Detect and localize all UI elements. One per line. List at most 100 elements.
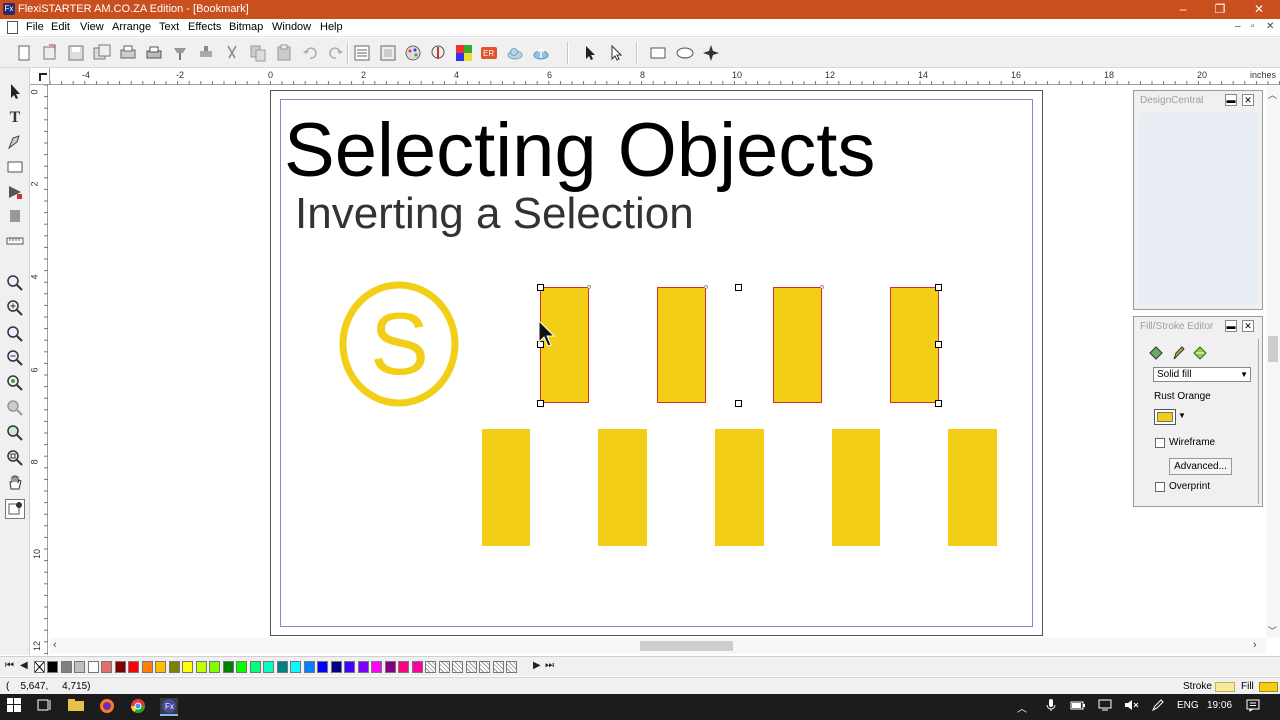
color-swatch[interactable] xyxy=(411,661,423,673)
mdi-close-button[interactable]: ✕ xyxy=(1266,21,1274,32)
color-swatch[interactable] xyxy=(317,661,328,673)
advanced-button[interactable]: Advanced... xyxy=(1169,458,1232,475)
fill-type-select[interactable]: Solid fill ▼ xyxy=(1153,367,1251,382)
save-all-icon[interactable] xyxy=(92,43,112,63)
menu-view[interactable]: View xyxy=(80,21,104,33)
selection-handle[interactable] xyxy=(537,284,544,291)
firefox-icon[interactable] xyxy=(98,698,116,716)
print-icon[interactable] xyxy=(144,43,164,63)
color-swatch[interactable] xyxy=(128,661,139,673)
shape-tool-icon[interactable] xyxy=(5,157,25,177)
zoom-in-icon[interactable] xyxy=(5,298,25,318)
er-icon[interactable]: ER xyxy=(479,43,499,63)
open-file-icon[interactable] xyxy=(40,43,60,63)
color-swatch[interactable] xyxy=(249,661,261,673)
rectangle-tool-icon[interactable] xyxy=(648,43,668,63)
color-swatch[interactable] xyxy=(303,661,315,673)
color-swatch[interactable] xyxy=(182,661,193,673)
color-grid-icon[interactable] xyxy=(454,43,474,63)
scroll-up-icon[interactable]: ︿ xyxy=(1268,88,1277,101)
yellow-rectangle[interactable] xyxy=(482,429,530,546)
yellow-rectangle-selected[interactable] xyxy=(890,287,939,403)
selection-handle[interactable] xyxy=(735,284,742,291)
pen-input-icon[interactable] xyxy=(1149,698,1167,716)
menu-edit[interactable]: Edit xyxy=(51,21,70,33)
pan-hand-icon[interactable] xyxy=(5,473,25,493)
ellipse-tool-icon[interactable] xyxy=(675,43,695,63)
file-explorer-icon[interactable] xyxy=(67,698,85,716)
pattern-swatch[interactable] xyxy=(425,661,436,673)
yellow-rectangle[interactable] xyxy=(715,429,764,546)
color-swatch[interactable] xyxy=(74,661,85,673)
zoom-page-icon[interactable] xyxy=(5,324,25,344)
color-dropdown-icon[interactable]: ▼ xyxy=(1178,411,1186,420)
menu-effects[interactable]: Effects xyxy=(188,21,221,33)
pattern-swatch[interactable] xyxy=(438,661,450,673)
job-setup-icon[interactable] xyxy=(378,43,398,63)
vertical-scroll-thumb[interactable] xyxy=(1268,336,1278,362)
eyedropper-tool-icon[interactable] xyxy=(5,499,25,519)
logo-shape[interactable]: S xyxy=(338,280,461,408)
color-swatch[interactable] xyxy=(344,661,355,673)
menu-arrange[interactable]: Arrange xyxy=(112,21,151,33)
mdi-restore-button[interactable]: ▫ xyxy=(1251,21,1255,32)
pen-tool-icon[interactable] xyxy=(5,132,25,152)
flexi-app-icon[interactable]: Fx xyxy=(160,698,178,716)
menu-help[interactable]: Help xyxy=(320,21,343,33)
notifications-icon[interactable] xyxy=(1244,698,1262,716)
palette-prev-icon[interactable]: ◀ xyxy=(20,660,28,671)
panel-minimize-button[interactable]: ▬ xyxy=(1225,320,1237,332)
stroke-pen-icon[interactable] xyxy=(1170,345,1186,361)
color-swatch[interactable] xyxy=(87,661,99,673)
task-view-icon[interactable] xyxy=(35,698,53,716)
vertical-scrollbar[interactable]: ︿ ﹀ xyxy=(1266,86,1280,638)
language-indicator[interactable]: ENG xyxy=(1177,700,1199,711)
color-swatch[interactable] xyxy=(357,661,369,673)
yellow-rectangle-selected[interactable] xyxy=(657,287,706,403)
zoom-all-icon[interactable] xyxy=(5,373,25,393)
tray-expand-icon[interactable]: ︿ xyxy=(1017,700,1027,715)
clock-time[interactable]: 19:06 xyxy=(1207,700,1232,711)
color-swatch[interactable] xyxy=(263,661,274,673)
pattern-swatch[interactable] xyxy=(492,661,504,673)
horizontal-ruler[interactable]: -4 -2 0 2 4 6 8 10 12 14 16 18 20 inches xyxy=(50,68,1280,85)
color-swatch[interactable] xyxy=(398,661,409,673)
chrome-icon[interactable] xyxy=(129,698,147,716)
stroke-color-indicator[interactable] xyxy=(1215,682,1235,692)
zoom-previous-icon[interactable] xyxy=(5,398,25,418)
close-button[interactable]: ✕ xyxy=(1240,0,1278,19)
palette-next-icon[interactable]: ▶ xyxy=(533,660,541,671)
yellow-rectangle-selected[interactable] xyxy=(773,287,822,403)
selection-handle[interactable] xyxy=(935,284,942,291)
volume-muted-icon[interactable] xyxy=(1122,698,1140,716)
color-swatch[interactable] xyxy=(236,661,247,673)
yellow-rectangle[interactable] xyxy=(948,429,997,546)
maximize-button[interactable]: ❐ xyxy=(1201,0,1239,19)
selection-handle[interactable] xyxy=(735,400,742,407)
color-swatch[interactable] xyxy=(114,661,126,673)
color-swatch[interactable] xyxy=(155,661,166,673)
arrange-icon[interactable] xyxy=(352,43,372,63)
star-tool-icon[interactable] xyxy=(701,43,721,63)
color-swatch[interactable] xyxy=(290,661,301,673)
cut-icon[interactable] xyxy=(222,43,242,63)
save-icon[interactable] xyxy=(66,43,86,63)
battery-icon[interactable] xyxy=(1069,698,1087,716)
document-heading[interactable]: Selecting Objects xyxy=(284,108,875,194)
color-swatch[interactable] xyxy=(222,661,234,673)
measure-tool-icon[interactable] xyxy=(5,231,25,251)
network-icon[interactable] xyxy=(1096,698,1114,716)
cloud-icon[interactable] xyxy=(505,43,525,63)
scroll-left-icon[interactable]: ‹ xyxy=(53,639,57,651)
vertical-ruler[interactable]: 0 2 4 6 8 10 12 xyxy=(30,85,48,655)
color-swatch[interactable] xyxy=(371,661,382,673)
fill-bucket-icon[interactable] xyxy=(1148,345,1164,361)
wireframe-checkbox[interactable] xyxy=(1155,438,1165,448)
mdi-minimize-button[interactable]: – xyxy=(1235,21,1241,32)
color-swatch[interactable] xyxy=(384,661,396,673)
document-subheading[interactable]: Inverting a Selection xyxy=(295,189,694,239)
fill-color-swatch[interactable] xyxy=(1154,409,1176,425)
select-tool-icon[interactable] xyxy=(580,43,600,63)
menu-text[interactable]: Text xyxy=(159,21,179,33)
menu-file[interactable]: File xyxy=(26,21,44,33)
